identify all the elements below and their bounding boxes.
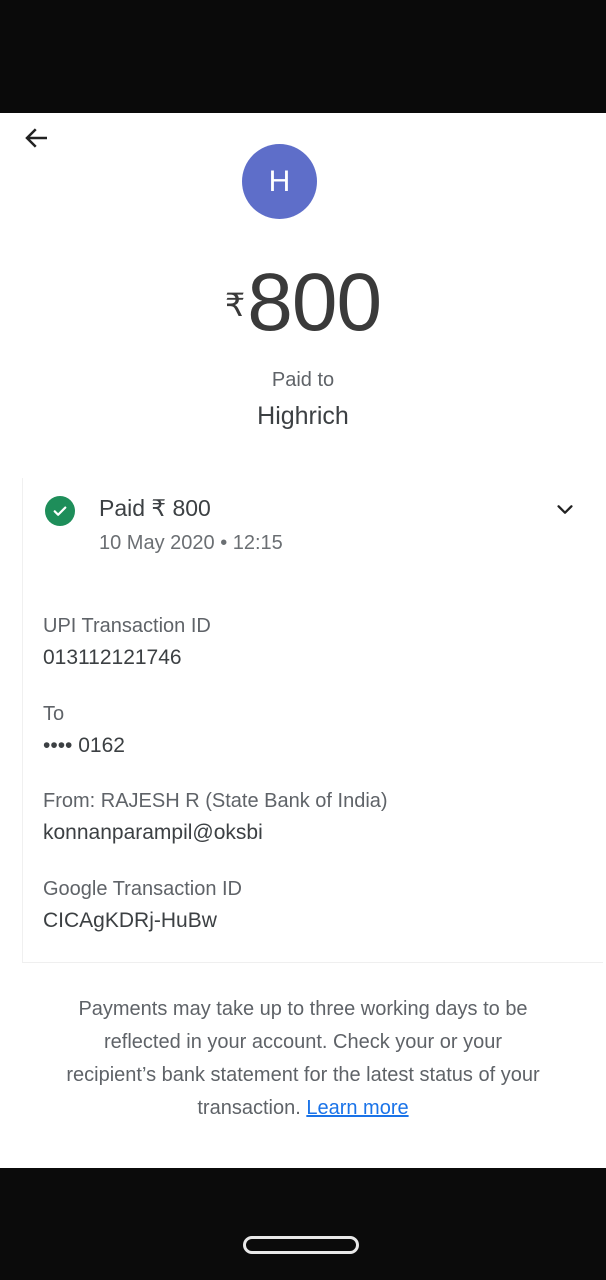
- payment-datetime: 10 May 2020 • 12:15: [99, 532, 283, 554]
- upi-transaction-id-value: 013112121746: [43, 646, 182, 669]
- payment-info-note: Payments may take up to three working da…: [60, 993, 546, 1125]
- status-bar: [0, 0, 606, 113]
- amount-value: 800: [247, 257, 382, 348]
- to-label: To: [43, 703, 65, 725]
- amount-display: ₹800: [0, 258, 606, 348]
- payee-name: Highrich: [257, 402, 349, 430]
- avatar-initial: H: [268, 164, 291, 198]
- currency-symbol: ₹: [224, 287, 246, 323]
- from-upi-id-value: konnanparampil@oksbi: [43, 821, 263, 844]
- navigation-bar: [0, 1168, 606, 1280]
- google-transaction-id-value: CICAgKDRj-HuBw: [43, 909, 217, 932]
- paid-to-label: Paid to: [271, 369, 335, 391]
- to-account-value: •••• 0162: [43, 734, 125, 757]
- google-transaction-id-label: Google Transaction ID: [43, 878, 242, 900]
- check-circle-icon: [45, 496, 75, 526]
- home-gesture-handle[interactable]: [243, 1236, 359, 1254]
- payment-status: Paid ₹ 800: [99, 495, 211, 521]
- expand-details-button[interactable]: [550, 496, 580, 524]
- from-label: From: RAJESH R (State Bank of India): [43, 790, 388, 812]
- avatar: H: [242, 144, 317, 219]
- back-button[interactable]: [20, 121, 54, 155]
- payment-info-text: Payments may take up to three working da…: [66, 998, 540, 1119]
- chevron-down-icon: [557, 505, 573, 514]
- upi-transaction-id-label: UPI Transaction ID: [43, 615, 211, 637]
- arrow-left-icon: [25, 128, 47, 148]
- learn-more-link[interactable]: Learn more: [306, 1097, 408, 1119]
